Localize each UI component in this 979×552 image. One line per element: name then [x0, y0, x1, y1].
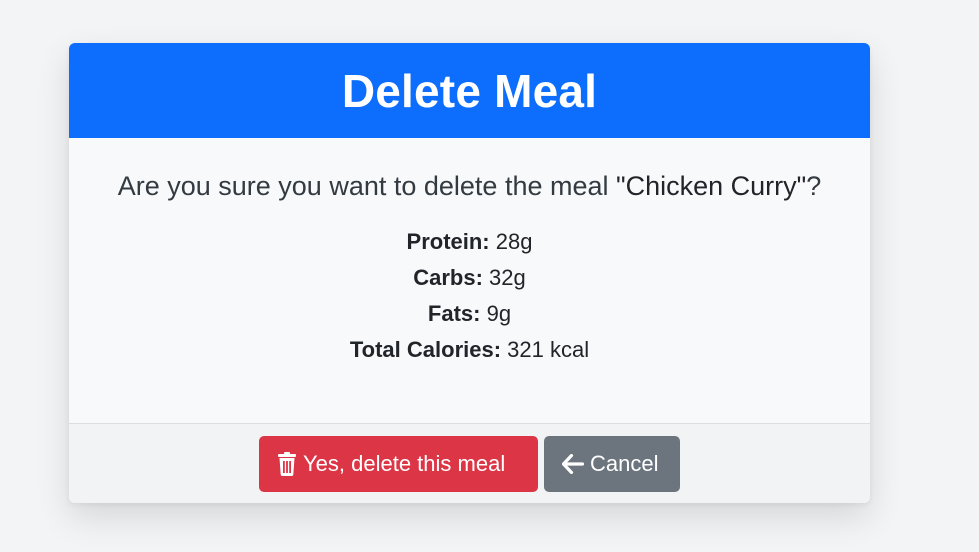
macro-value: 9g [486, 301, 512, 326]
meal-name: "Chicken Curry" [616, 171, 807, 201]
page: Delete Meal Are you sure you want to del… [0, 0, 979, 552]
macro-label: Protein: [406, 229, 490, 254]
delete-meal-button[interactable]: Yes, delete this meal [259, 436, 538, 492]
macro-value: 321 kcal [507, 337, 590, 362]
delete-button-label: Yes, delete this meal [303, 451, 506, 476]
macro-row-fats: Fats: 9g [69, 296, 870, 332]
macro-label: Carbs: [413, 265, 483, 290]
trash-icon [277, 452, 297, 476]
macro-label: Fats: [427, 301, 481, 326]
card-header: Delete Meal [69, 43, 870, 138]
macro-row-protein: Protein: 28g [69, 224, 870, 260]
macro-value: 28g [495, 229, 533, 254]
card-body: Are you sure you want to delete the meal… [69, 138, 870, 423]
macro-row-calories: Total Calories: 321 kcal [69, 332, 870, 368]
confirmation-question: Are you sure you want to delete the meal… [69, 138, 870, 202]
card-footer: Yes, delete this meal Cancel [69, 423, 870, 503]
macro-label: Total Calories: [349, 337, 502, 362]
macro-value: 32g [489, 265, 526, 290]
arrow-left-icon [562, 454, 584, 474]
question-suffix: ? [806, 171, 822, 201]
question-prefix: Are you sure you want to delete the meal [117, 171, 617, 201]
macro-list: Protein: 28g Carbs: 32g Fats: 9g Total C… [69, 224, 870, 368]
macro-row-carbs: Carbs: 32g [69, 260, 870, 296]
cancel-button[interactable]: Cancel [544, 436, 680, 492]
page-title: Delete Meal [341, 64, 598, 117]
cancel-button-label: Cancel [590, 451, 659, 476]
delete-meal-card: Delete Meal Are you sure you want to del… [69, 43, 870, 503]
